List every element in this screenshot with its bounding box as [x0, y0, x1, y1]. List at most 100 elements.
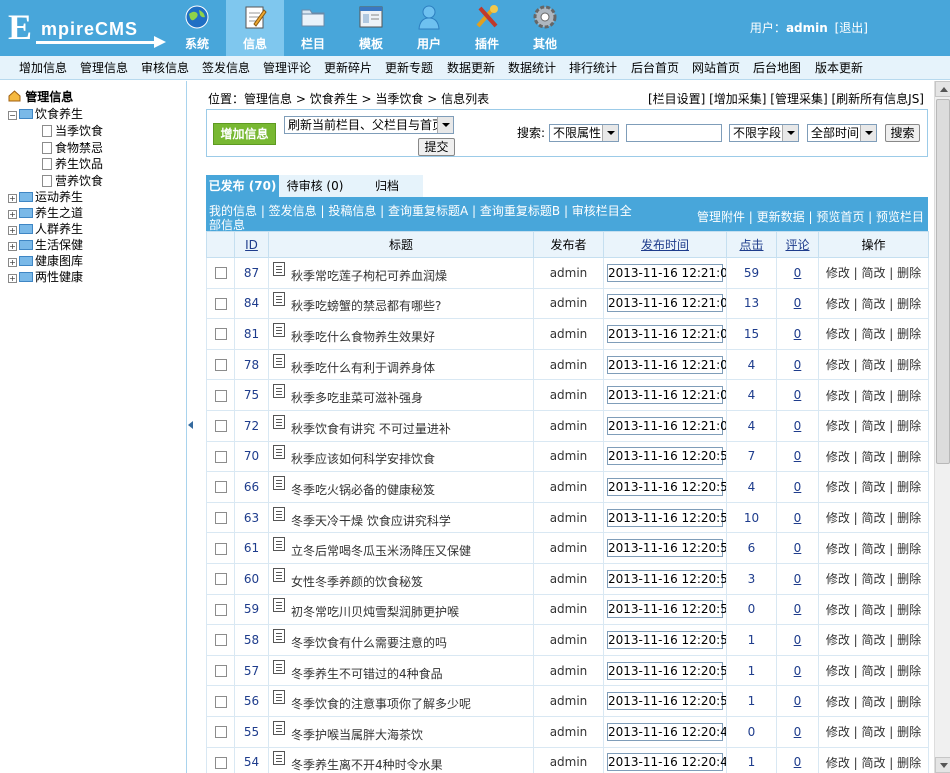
- sidebar-splitter[interactable]: [187, 81, 195, 773]
- row-checkbox[interactable]: [214, 634, 227, 647]
- row-comments-link[interactable]: 0: [776, 624, 819, 656]
- row-checkbox[interactable]: [214, 603, 227, 616]
- row-checkbox[interactable]: [214, 267, 227, 280]
- menu-version-update[interactable]: 版本更新: [815, 61, 863, 75]
- row-actions[interactable]: 修改 | 简改 | 删除: [818, 624, 929, 656]
- add-info-button[interactable]: 增加信息: [213, 123, 276, 145]
- row-actions[interactable]: 修改 | 简改 | 删除: [818, 562, 929, 595]
- tree-node-groups[interactable]: + 人群养生: [8, 222, 83, 236]
- row-checkbox[interactable]: [214, 328, 227, 341]
- row-title-link[interactable]: 冬季饮食的注意事项你了解多少呢: [291, 697, 471, 711]
- info-left-links[interactable]: 我的信息 | 签发信息 | 投稿信息 | 查询重复标题A | 查询重复标题B |…: [209, 204, 639, 232]
- row-actions[interactable]: 修改 | 简改 | 删除: [818, 654, 929, 687]
- field-select[interactable]: 不限字段: [729, 124, 799, 142]
- row-actions[interactable]: 修改 | 简改 | 删除: [818, 715, 929, 748]
- menu-review-info[interactable]: 审核信息: [141, 61, 189, 75]
- row-comments-link[interactable]: 0: [776, 318, 819, 350]
- menu-data-update[interactable]: 数据更新: [447, 61, 495, 75]
- menu-manage-info[interactable]: 管理信息: [80, 61, 128, 75]
- tree-node-nutrition[interactable]: 营养饮食: [42, 174, 103, 188]
- tree-node-sex-health[interactable]: + 两性健康: [8, 270, 83, 284]
- row-title-link[interactable]: 秋季饮食有讲究 不可过量进补: [291, 422, 451, 436]
- nav-column[interactable]: 栏目: [284, 0, 342, 56]
- row-comments-link[interactable]: 0: [776, 501, 819, 534]
- menu-rank-stats[interactable]: 排行统计: [569, 61, 617, 75]
- row-comments-link[interactable]: 0: [776, 685, 819, 717]
- row-title-link[interactable]: 秋季常吃莲子枸杞可养血润燥: [291, 269, 447, 283]
- row-comments-link[interactable]: 0: [776, 379, 819, 411]
- row-comments-link[interactable]: 0: [776, 257, 819, 289]
- row-checkbox[interactable]: [214, 481, 227, 494]
- top-action-links[interactable]: [栏目设置] [增加采集] [管理采集] [刷新所有信息JS]: [648, 92, 924, 106]
- row-actions[interactable]: 修改 | 简改 | 删除: [818, 440, 929, 473]
- nav-plugin[interactable]: 插件: [458, 0, 516, 56]
- row-comments-link[interactable]: 0: [776, 532, 819, 564]
- row-title-link[interactable]: 秋季应该如何科学安排饮食: [291, 452, 435, 466]
- menu-add-info[interactable]: 增加信息: [19, 61, 67, 75]
- row-comments-link[interactable]: 0: [776, 746, 819, 773]
- refresh-select[interactable]: 刷新当前栏目、父栏目与首页: [284, 116, 454, 134]
- tree-node-sports[interactable]: + 运动养生: [8, 190, 83, 204]
- row-title-link[interactable]: 冬季吃火锅必备的健康秘笈: [291, 483, 435, 497]
- row-actions[interactable]: 修改 | 简改 | 删除: [818, 409, 929, 442]
- tree-node-life-care[interactable]: + 生活保健: [8, 238, 83, 252]
- row-actions[interactable]: 修改 | 简改 | 删除: [818, 532, 929, 564]
- menu-update-fragments[interactable]: 更新碎片: [324, 61, 372, 75]
- row-comments-link[interactable]: 0: [776, 562, 819, 595]
- row-checkbox[interactable]: [214, 695, 227, 708]
- nav-template[interactable]: 模板: [342, 0, 400, 56]
- breadcrumb-link[interactable]: 饮食养生: [310, 92, 358, 106]
- expand-icon[interactable]: +: [8, 242, 17, 251]
- row-title-link[interactable]: 冬季养生离不开4种时令水果: [291, 758, 443, 772]
- row-actions[interactable]: 修改 | 简改 | 删除: [818, 593, 929, 626]
- row-actions[interactable]: 修改 | 简改 | 删除: [818, 685, 929, 717]
- tree-node-health-drinks[interactable]: 养生饮品: [42, 157, 103, 171]
- row-comments-link[interactable]: 0: [776, 593, 819, 626]
- nav-user[interactable]: 用户: [400, 0, 458, 56]
- row-checkbox[interactable]: [214, 542, 227, 555]
- row-title-link[interactable]: 立冬后常喝冬瓜玉米汤降压又保健: [291, 544, 471, 558]
- nav-info[interactable]: 信息: [226, 0, 284, 56]
- row-actions[interactable]: 修改 | 简改 | 删除: [818, 257, 929, 289]
- info-right-links[interactable]: 管理附件 | 更新数据 | 预览首页 | 预览栏目: [697, 210, 924, 224]
- row-title-link[interactable]: 秋季吃什么有利于调养身体: [291, 361, 435, 375]
- row-comments-link[interactable]: 0: [776, 440, 819, 473]
- breadcrumb-link[interactable]: 当季饮食: [375, 92, 423, 106]
- expand-icon[interactable]: +: [8, 226, 17, 235]
- row-comments-link[interactable]: 0: [776, 287, 819, 320]
- menu-admin-home[interactable]: 后台首页: [631, 61, 679, 75]
- tree-node-diet[interactable]: − 饮食养生: [8, 107, 83, 121]
- menu-site-home[interactable]: 网站首页: [692, 61, 740, 75]
- row-actions[interactable]: 修改 | 简改 | 删除: [818, 379, 929, 411]
- tab-archive[interactable]: 归档: [351, 175, 423, 197]
- row-actions[interactable]: 修改 | 简改 | 删除: [818, 471, 929, 503]
- row-title-link[interactable]: 冬季护喉当属胖大海茶饮: [291, 728, 423, 742]
- tree-node-wellness-way[interactable]: + 养生之道: [8, 206, 83, 220]
- nav-other[interactable]: 其他: [516, 0, 574, 56]
- expand-icon[interactable]: +: [8, 210, 17, 219]
- row-title-link[interactable]: 初冬常吃川贝炖雪梨润肺更护喉: [291, 605, 459, 619]
- row-comments-link[interactable]: 0: [776, 715, 819, 748]
- row-checkbox[interactable]: [214, 389, 227, 402]
- row-actions[interactable]: 修改 | 简改 | 删除: [818, 318, 929, 350]
- row-checkbox[interactable]: [214, 359, 227, 372]
- row-title-link[interactable]: 冬季天冷干燥 饮食应讲究科学: [291, 514, 451, 528]
- tree-node-gallery[interactable]: + 健康图库: [8, 254, 83, 268]
- row-checkbox[interactable]: [214, 726, 227, 739]
- expand-icon[interactable]: +: [8, 194, 17, 203]
- row-checkbox[interactable]: [214, 573, 227, 586]
- row-comments-link[interactable]: 0: [776, 409, 819, 442]
- col-publish-time[interactable]: 发布时间: [603, 231, 727, 258]
- tree-node-seasonal-diet[interactable]: 当季饮食: [42, 124, 103, 138]
- row-actions[interactable]: 修改 | 简改 | 删除: [818, 501, 929, 534]
- expand-icon[interactable]: +: [8, 274, 17, 283]
- time-select[interactable]: 全部时间: [807, 124, 877, 142]
- row-checkbox[interactable]: [214, 665, 227, 678]
- collapse-arrow-icon[interactable]: [188, 421, 193, 429]
- scroll-up-arrow[interactable]: [935, 81, 950, 97]
- tree-root[interactable]: 管理信息: [8, 90, 73, 104]
- row-title-link[interactable]: 冬季养生不可错过的4种食品: [291, 667, 443, 681]
- tab-published[interactable]: 已发布 (70): [206, 175, 279, 197]
- breadcrumb-link[interactable]: 管理信息: [244, 92, 292, 106]
- row-comments-link[interactable]: 0: [776, 654, 819, 687]
